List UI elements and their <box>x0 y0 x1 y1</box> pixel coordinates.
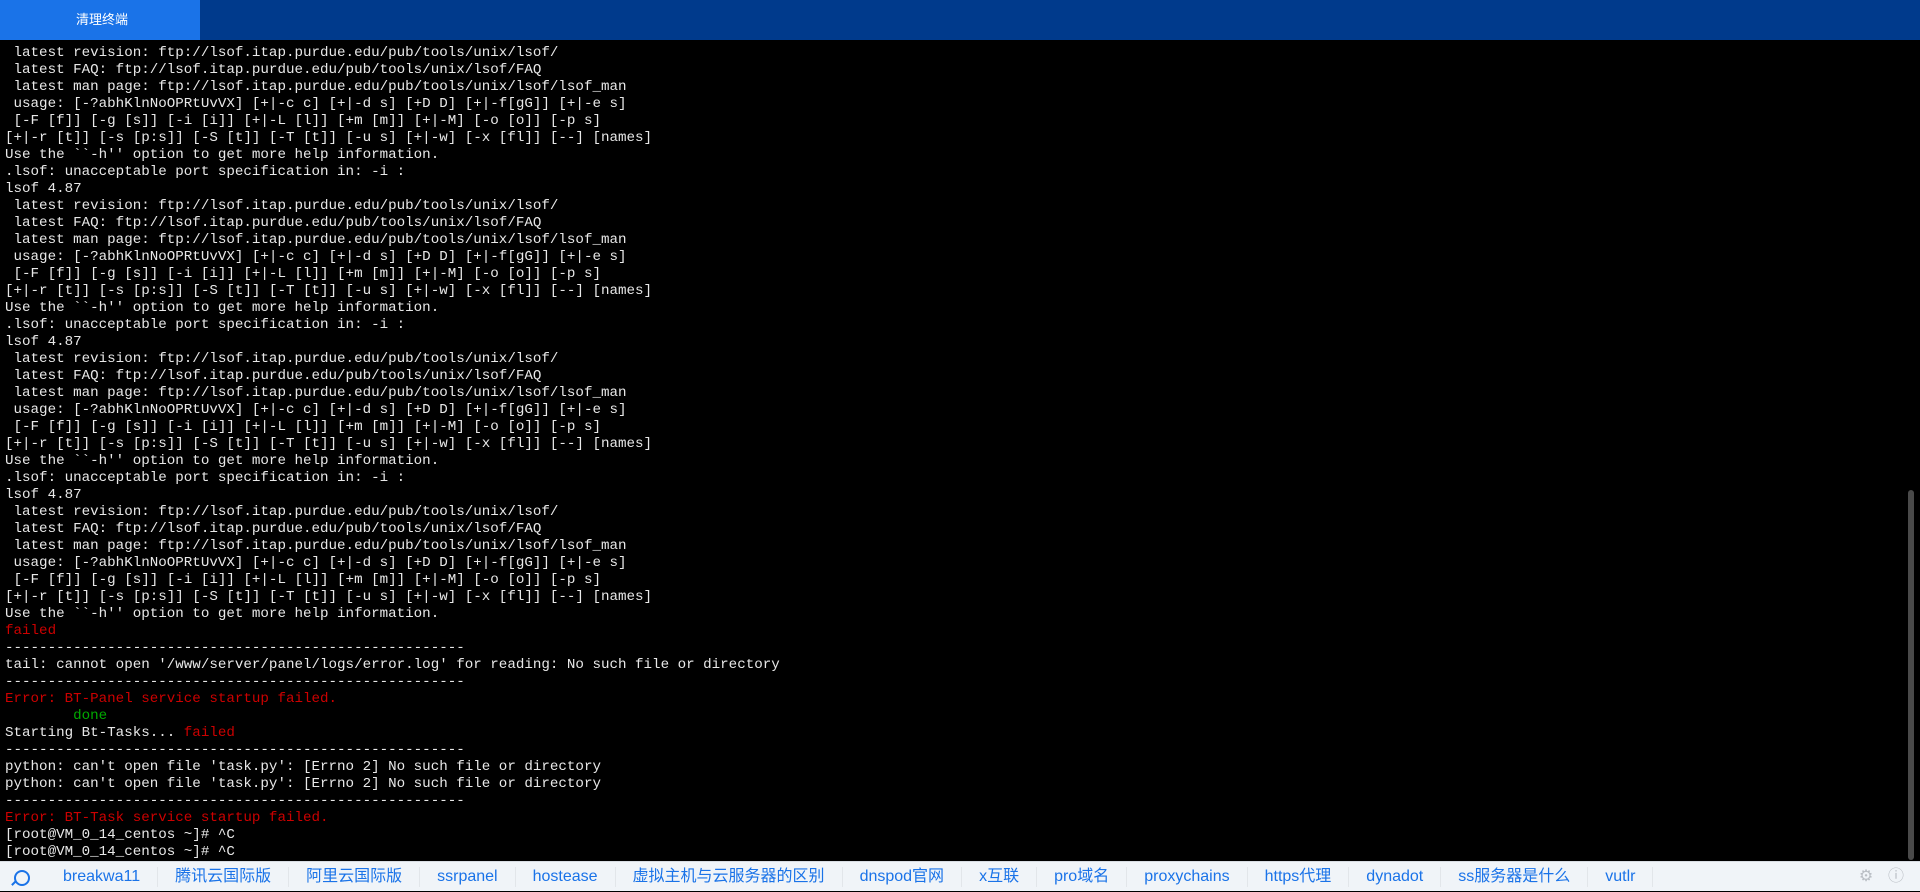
terminal-line: [+|-r [t]] [-s [p:s]] [-S [t]] [-T [t]] … <box>5 589 653 605</box>
terminal-lines: latest revision: ftp://lsof.itap.purdue.… <box>5 45 780 861</box>
terminal-line: python: can't open file 'task.py': [Errn… <box>5 759 601 775</box>
clear-terminal-tab[interactable]: 清理终端 <box>0 0 200 40</box>
terminal-line: .lsof: unacceptable port specification i… <box>5 470 406 486</box>
terminal-line: latest FAQ: ftp://lsof.itap.purdue.edu/p… <box>5 521 542 537</box>
bookmark-link[interactable]: https代理 <box>1248 867 1350 887</box>
terminal-line: python: can't open file 'task.py': [Errn… <box>5 776 601 792</box>
bookmark-link[interactable]: dnspod官网 <box>843 867 963 887</box>
terminal-output[interactable]: latest revision: ftp://lsof.itap.purdue.… <box>0 40 1905 861</box>
search-icon <box>14 870 30 886</box>
scrollbar-thumb[interactable] <box>1908 490 1914 860</box>
bookmark-link[interactable]: 腾讯云国际版 <box>158 867 290 887</box>
bookmark-link[interactable]: breakwa11 <box>46 867 159 887</box>
terminal-line: .lsof: unacceptable port specification i… <box>5 317 406 333</box>
terminal-line: latest revision: ftp://lsof.itap.purdue.… <box>5 351 559 367</box>
terminal-line: Use the ``-h'' option to get more help i… <box>5 300 440 316</box>
info-icon[interactable]: ⓘ <box>1887 868 1905 886</box>
terminal-line: latest FAQ: ftp://lsof.itap.purdue.edu/p… <box>5 62 542 78</box>
terminal-line: lsof 4.87 <box>5 181 82 197</box>
terminal-line-segment: Starting Bt-Tasks... <box>5 725 184 741</box>
terminal-line: [-F [f]] [-g [s]] [-i [i]] [+|-L [l]] [+… <box>5 572 601 588</box>
bookmark-link[interactable]: hostease <box>516 867 616 887</box>
search-button[interactable] <box>0 862 46 892</box>
terminal-scrollbar[interactable] <box>1905 40 1920 861</box>
terminal-line: .lsof: unacceptable port specification i… <box>5 164 406 180</box>
terminal-line: latest man page: ftp://lsof.itap.purdue.… <box>5 385 627 401</box>
bookmark-link[interactable]: 虚拟主机与云服务器的区别 <box>616 867 843 887</box>
bookmark-link[interactable]: dynadot <box>1349 867 1442 887</box>
terminal-line: latest revision: ftp://lsof.itap.purdue.… <box>5 198 559 214</box>
terminal-line: usage: [-?abhKlnNoOPRtUvVX] [+|-c c] [+|… <box>5 96 627 112</box>
bookmark-link[interactable]: ss服务器是什么 <box>1441 867 1589 887</box>
terminal-line: latest man page: ftp://lsof.itap.purdue.… <box>5 538 627 554</box>
terminal-line: lsof 4.87 <box>5 487 82 503</box>
terminal-line: ----------------------------------------… <box>5 674 465 690</box>
bookmark-link[interactable]: pro域名 <box>1037 867 1128 887</box>
bookmark-bar: breakwa11 腾讯云国际版 阿里云国际版 ssrpanel hostease 虚拟主… <box>0 861 1920 891</box>
terminal-line: ----------------------------------------… <box>5 640 465 656</box>
terminal-line: Starting Bt-Tasks... failed <box>5 725 780 742</box>
terminal-line: [-F [f]] [-g [s]] [-i [i]] [+|-L [l]] [+… <box>5 113 601 129</box>
bookmark-link[interactable]: 阿里云国际版 <box>289 867 421 887</box>
terminal-line: usage: [-?abhKlnNoOPRtUvVX] [+|-c c] [+|… <box>5 402 627 418</box>
terminal-line: latest FAQ: ftp://lsof.itap.purdue.edu/p… <box>5 215 542 231</box>
terminal-line: failed <box>5 623 57 639</box>
terminal-line: latest man page: ftp://lsof.itap.purdue.… <box>5 232 627 248</box>
terminal-line-segment: failed <box>183 725 235 741</box>
terminal-line: usage: [-?abhKlnNoOPRtUvVX] [+|-c c] [+|… <box>5 555 627 571</box>
terminal-line: ----------------------------------------… <box>5 793 465 809</box>
terminal-line: Error: BT-Task service startup failed. <box>5 810 329 826</box>
terminal-line: [+|-r [t]] [-s [p:s]] [-S [t]] [-T [t]] … <box>5 436 653 452</box>
terminal-line: latest revision: ftp://lsof.itap.purdue.… <box>5 45 559 61</box>
terminal-line: latest revision: ftp://lsof.itap.purdue.… <box>5 504 559 520</box>
gear-icon[interactable]: ⚙ <box>1857 868 1875 886</box>
terminal-line: latest FAQ: ftp://lsof.itap.purdue.edu/p… <box>5 368 542 384</box>
terminal-line: done <box>5 708 108 724</box>
terminal-line: tail: cannot open '/www/server/panel/log… <box>5 657 780 673</box>
terminal-line: ----------------------------------------… <box>5 742 465 758</box>
terminal-line: lsof 4.87 <box>5 334 82 350</box>
terminal-line: Use the ``-h'' option to get more help i… <box>5 147 440 163</box>
terminal-line: usage: [-?abhKlnNoOPRtUvVX] [+|-c c] [+|… <box>5 249 627 265</box>
terminal-line: [root@VM_0_14_centos ~]# ^C <box>5 827 235 843</box>
terminal-line: [+|-r [t]] [-s [p:s]] [-S [t]] [-T [t]] … <box>5 283 653 299</box>
terminal-line: [-F [f]] [-g [s]] [-i [i]] [+|-L [l]] [+… <box>5 419 601 435</box>
terminal-line: latest man page: ftp://lsof.itap.purdue.… <box>5 79 627 95</box>
terminal-line: [-F [f]] [-g [s]] [-i [i]] [+|-L [l]] [+… <box>5 266 601 282</box>
terminal-line: Use the ``-h'' option to get more help i… <box>5 606 440 622</box>
terminal-line: [root@VM_0_14_centos ~]# ^C <box>5 844 235 860</box>
terminal-line: Use the ``-h'' option to get more help i… <box>5 453 440 469</box>
bookmark-link[interactable]: x互联 <box>962 867 1038 887</box>
bookmark-link[interactable]: proxychains <box>1127 867 1248 887</box>
terminal-line: Error: BT-Panel service startup failed. <box>5 691 338 707</box>
bookmark-link[interactable]: ssrpanel <box>420 867 516 887</box>
bookmark-links: breakwa11 腾讯云国际版 阿里云国际版 ssrpanel hostease 虚拟主… <box>46 862 1654 892</box>
terminal-line: [+|-r [t]] [-s [p:s]] [-S [t]] [-T [t]] … <box>5 130 653 146</box>
top-bar: 清理终端 <box>0 0 1920 40</box>
bookmark-link[interactable]: vutlr <box>1588 867 1654 887</box>
